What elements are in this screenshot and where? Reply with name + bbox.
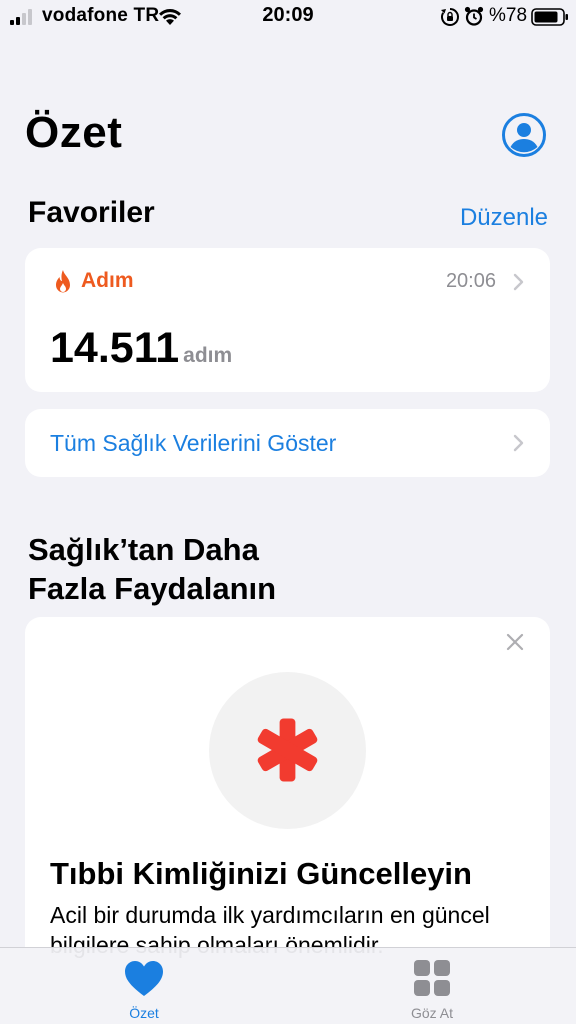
- show-all-health-data-label: Tüm Sağlık Verilerini Göster: [50, 430, 337, 456]
- promo-heading: Tıbbi Kimliğinizi Güncelleyin: [50, 856, 472, 891]
- steps-unit: adım: [183, 344, 233, 367]
- steps-label: Adım: [81, 269, 134, 292]
- medical-id-badge: [209, 672, 366, 829]
- grid-icon: [414, 960, 450, 996]
- health-app-screen: vodafone TR 20:09 %78 Özet Favoriler Düz…: [0, 0, 576, 1024]
- medical-id-asterisk-icon: [257, 718, 318, 782]
- favorites-section-title: Favoriler: [28, 196, 155, 229]
- promo-section-title-line2: Fazla Faydalanın: [28, 571, 277, 606]
- status-bar: vodafone TR 20:09 %78: [0, 0, 576, 34]
- orientation-lock-icon: [441, 8, 459, 26]
- battery-percent: %78: [489, 5, 528, 26]
- promo-section-title: Sağlık’tan Daha Fazla Faydalanın: [28, 530, 276, 608]
- chevron-right-icon: [513, 273, 524, 291]
- alarm-icon: [464, 6, 484, 26]
- close-icon[interactable]: [506, 633, 524, 651]
- tab-summary-label: Özet: [129, 1005, 159, 1021]
- steps-value: 14.511: [50, 324, 180, 372]
- steps-timestamp: 20:06: [445, 270, 496, 292]
- edit-favorites-button[interactable]: Düzenle: [460, 204, 548, 232]
- steps-card[interactable]: Adım 20:06 14.511 adım: [25, 248, 550, 392]
- battery-icon: [531, 8, 568, 26]
- page-title: Özet: [25, 108, 123, 157]
- show-all-health-data-button[interactable]: Tüm Sağlık Verilerini Göster: [25, 409, 550, 477]
- flame-icon: [56, 270, 70, 293]
- profile-icon[interactable]: [501, 112, 547, 158]
- steps-value-row: 14.511 adım: [50, 324, 232, 373]
- tab-bar: Özet Göz At: [0, 947, 576, 1024]
- heart-icon: [125, 961, 163, 996]
- tab-browse-label: Göz At: [410, 1005, 454, 1021]
- tab-browse[interactable]: Göz At: [357, 948, 507, 1024]
- tab-summary[interactable]: Özet: [69, 948, 219, 1024]
- promo-section-title-line1: Sağlık’tan Daha: [28, 532, 259, 567]
- chevron-right-icon: [513, 434, 524, 452]
